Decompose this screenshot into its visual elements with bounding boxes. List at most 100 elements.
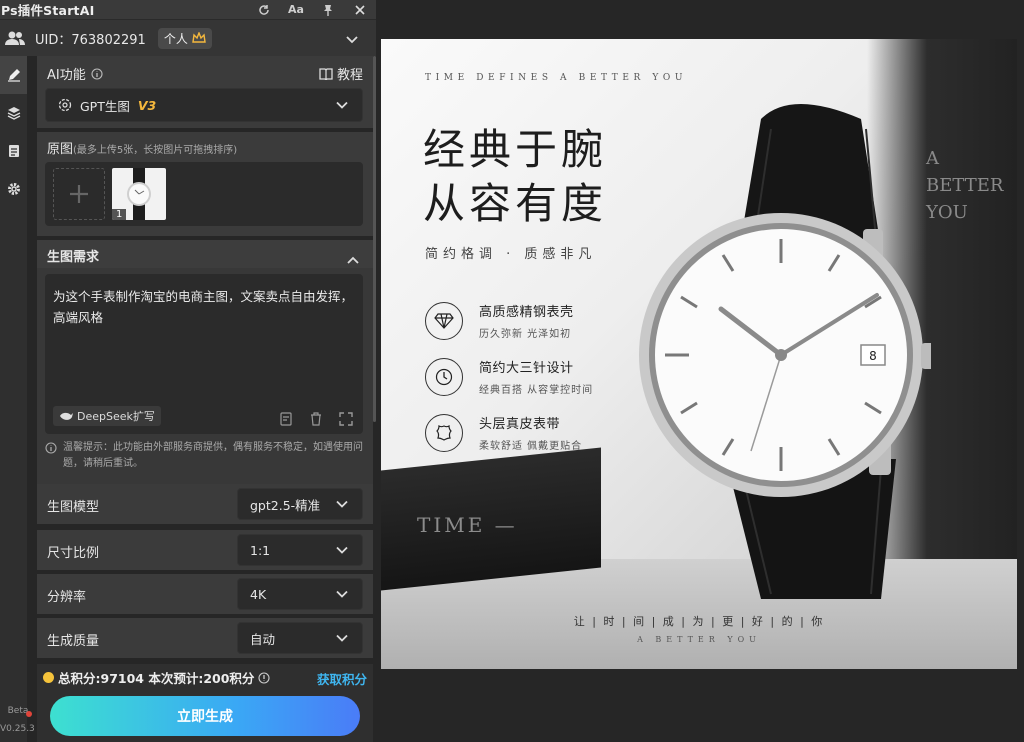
layers-icon[interactable] [0, 94, 27, 132]
quality-value: 自动 [250, 631, 276, 647]
feature-item: 高质感精钢表壳 历久弥新 光泽如初 [425, 301, 574, 340]
get-credits-link[interactable]: 获取积分 [317, 669, 367, 688]
version-label: V0.25.3 [0, 724, 35, 734]
ai-model-select[interactable]: GPT生图 V3 [45, 88, 363, 122]
quality-row: 生成质量 自动 [37, 618, 373, 658]
document-icon[interactable] [0, 132, 27, 170]
plan-label: 个人 [163, 31, 188, 46]
deepseek-label: DeepSeek扩写 [77, 410, 155, 423]
ai-function-label: AI功能 [47, 64, 103, 83]
ratio-label: 尺寸比例 [47, 546, 100, 561]
requirement-header[interactable]: 生图需求 [37, 240, 373, 268]
whale-icon [60, 412, 73, 420]
ratio-select[interactable]: 1:1 [237, 534, 363, 566]
chevron-up-icon[interactable] [347, 249, 359, 268]
info-icon [45, 442, 57, 454]
side-slogan-line: YOU [926, 202, 968, 223]
ai-function-section: AI功能 教程 GPT生图 V3 [37, 56, 373, 128]
ratio-row: 尺寸比例 1:1 [37, 530, 373, 570]
chevron-down-icon [336, 543, 348, 558]
crown-icon [192, 32, 206, 43]
prompt-text: 为这个手表制作淘宝的电商主图，文案卖点自由发挥，高端风格 [53, 289, 354, 325]
feature-desc: 经典百搭 从容掌控时间 [479, 385, 594, 396]
feature-desc: 柔软舒适 佩戴更贴合 [479, 441, 583, 452]
scrollbar[interactable] [373, 56, 376, 422]
prompt-textarea[interactable]: 为这个手表制作淘宝的电商主图，文案卖点自由发挥，高端风格 DeepSeek扩写 [45, 274, 363, 434]
expand-icon[interactable] [339, 412, 353, 426]
image-upload-area: 1 [45, 162, 363, 226]
ai-model-version: V3 [137, 97, 157, 113]
trash-icon[interactable] [309, 412, 323, 426]
feature-item: 简约大三针设计经典百搭 从容掌控时间 [425, 357, 593, 396]
quality-select[interactable]: 自动 [237, 622, 363, 654]
tutorial-link[interactable]: 教程 [319, 64, 363, 83]
diamond-icon [425, 301, 463, 340]
book-text: TIME — [417, 513, 518, 537]
subtitle: 简约格调 · 质感非凡 [425, 247, 597, 262]
prompt-tools [279, 412, 353, 426]
info-icon[interactable] [91, 67, 103, 80]
history-icon[interactable] [279, 412, 293, 426]
pin-icon[interactable] [312, 0, 344, 20]
uid-text: UID：763802291 [35, 32, 146, 48]
thumbnail-index: 1 [112, 209, 127, 220]
headline-line-2: 从容有度 [423, 179, 608, 228]
plan-badge: 个人 [157, 27, 212, 49]
plus-icon [70, 185, 88, 203]
requirement-label: 生图需求 [47, 250, 100, 265]
service-notice: 温馨提示：此功能由外部服务商提供，偶有服务不稳定，如遇使用问题，请稍后重试。 [45, 440, 363, 472]
feature-title: 头层真皮表带 [479, 417, 561, 432]
ai-model-name: GPT生图 [80, 98, 130, 114]
headline: 经典于腕 从容有度 [423, 123, 607, 231]
book-icon [319, 67, 333, 80]
close-icon[interactable] [344, 0, 376, 20]
coin-icon [43, 672, 54, 683]
font-size-icon[interactable]: Aa [280, 0, 312, 20]
edit-icon[interactable] [0, 56, 27, 94]
resolution-value: 4K [250, 586, 267, 602]
chevron-down-icon [336, 98, 348, 113]
tutorial-label: 教程 [336, 68, 363, 83]
users-icon [5, 30, 25, 46]
original-image-section: 原图 (最多上传5张，长按图片可拖拽排序) 1 [37, 132, 373, 236]
generated-image[interactable]: TIME — TIME DEFINES A BETTER YOU 经典于腕 从容… [381, 39, 1017, 669]
main-panel: AI功能 教程 GPT生图 V3 原图 (最多上传5张，长按图片可拖拽排序) 1… [37, 56, 373, 742]
credits-text: 总积分:97104 本次预计:200积分 [58, 671, 255, 686]
refresh-icon[interactable] [248, 0, 280, 20]
resolution-label: 分辨率 [47, 590, 87, 605]
headline-line-1: 经典于腕 [423, 125, 608, 174]
chevron-down-icon[interactable] [346, 29, 358, 48]
footer: 总积分:97104 本次预计:200积分 获取积分 立即生成 [37, 664, 373, 742]
credits-info: 总积分:97104 本次预计:200积分 [43, 668, 270, 687]
window-title: Ps插件StartAI [1, 3, 95, 18]
gear-icon[interactable] [0, 170, 27, 208]
side-slogan-line: A [926, 148, 939, 169]
model-value: gpt2.5-精准 [250, 497, 321, 513]
model-label: 生图模型 [47, 500, 100, 515]
notice-text: 温馨提示：此功能由外部服务商提供，偶有服务不稳定，如遇使用问题，请稍后重试。 [63, 442, 363, 469]
chevron-down-icon [336, 587, 348, 602]
requirement-section: 生图需求 为这个手表制作淘宝的电商主图，文案卖点自由发挥，高端风格 DeepSe… [37, 240, 373, 484]
bottom-slogan: 让 | 时 | 间 | 成 | 为 | 更 | 好 | 的 | 你 [573, 615, 825, 628]
leather-icon [425, 413, 463, 452]
generate-button[interactable]: 立即生成 [50, 696, 360, 736]
date-window: 8 [869, 349, 877, 363]
account-bar: UID：763802291 个人 [0, 20, 376, 56]
resolution-row: 分辨率 4K [37, 574, 373, 614]
resolution-select[interactable]: 4K [237, 578, 363, 610]
clock-icon [425, 357, 463, 396]
model-select[interactable]: gpt2.5-精准 [237, 488, 363, 520]
model-row: 生图模型 gpt2.5-精准 [37, 484, 373, 524]
watch-illustration: 8 [639, 104, 931, 599]
image-thumbnail[interactable]: 1 [112, 168, 166, 220]
info-icon[interactable] [258, 671, 270, 684]
tagline: TIME DEFINES A BETTER YOU [425, 73, 688, 83]
add-image-button[interactable] [53, 168, 105, 220]
side-slogan-line: BETTER [926, 175, 1004, 196]
feature-title: 简约大三针设计 [479, 361, 574, 376]
notification-dot [26, 711, 32, 717]
feature-item: 头层真皮表带柔软舒适 佩戴更贴合 [425, 413, 582, 452]
ratio-value: 1:1 [250, 542, 271, 558]
sidebar-rail: Beta V0.25.3 [0, 56, 35, 742]
deepseek-expand-button[interactable]: DeepSeek扩写 [53, 406, 161, 426]
